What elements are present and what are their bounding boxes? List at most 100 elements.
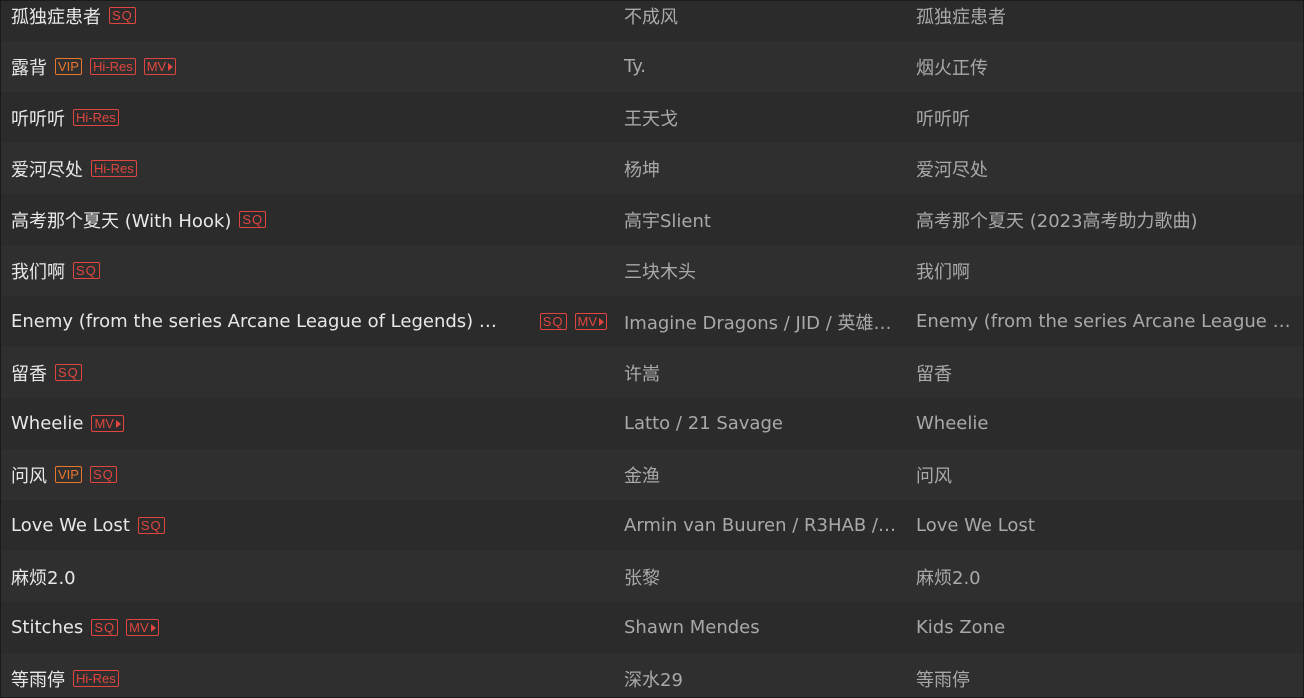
- quality-badges: VIP SQ: [47, 466, 117, 483]
- song-album[interactable]: 麻烦2.0: [916, 564, 1291, 590]
- song-artist[interactable]: 王天戈: [624, 105, 896, 131]
- song-album[interactable]: 留香: [916, 360, 1291, 386]
- mv-badge-label: MV: [577, 314, 598, 329]
- song-album[interactable]: Love We Lost: [916, 515, 1291, 536]
- mv-badge-label: MV: [146, 59, 167, 74]
- song-artist[interactable]: 金渔: [624, 462, 896, 488]
- mv-badge[interactable]: MV: [126, 619, 159, 636]
- quality-badges: Hi-Res: [65, 109, 119, 126]
- song-list-panel: 孤独症患者 SQ 不成风 孤独症患者 露背 VIP Hi-Res MV Ty. 烟火正传 听听听 Hi…: [0, 0, 1304, 698]
- song-title-cell: Love We Lost SQ: [11, 500, 611, 551]
- song-title-cell: 听听听 Hi-Res: [11, 92, 611, 143]
- song-title: 问风: [11, 465, 47, 487]
- song-album[interactable]: 问风: [916, 462, 1291, 488]
- song-title-cell: 留香 SQ: [11, 347, 611, 398]
- song-row[interactable]: Stitches SQ MV Shawn Mendes Kids Zone: [1, 602, 1303, 653]
- song-title-cell: 我们啊 SQ: [11, 245, 611, 296]
- quality-badges: SQ: [101, 7, 136, 24]
- song-title-cell: 问风 VIP SQ: [11, 449, 611, 500]
- sq-badge-label: SQ: [542, 314, 564, 329]
- song-row[interactable]: 露背 VIP Hi-Res MV Ty. 烟火正传: [1, 41, 1303, 92]
- mv-badge-label: MV: [129, 620, 149, 635]
- vip-badge: VIP: [55, 466, 82, 483]
- song-title: 高考那个夏天 (With Hook): [11, 210, 232, 232]
- sq-badge: SQ: [73, 262, 100, 279]
- song-album[interactable]: Kids Zone: [916, 617, 1291, 638]
- song-title-cell: Enemy (from the series Arcane League of …: [11, 296, 611, 347]
- sq-badge: SQ: [109, 7, 136, 24]
- song-album[interactable]: 听听听: [916, 105, 1291, 131]
- song-row[interactable]: 爱河尽处 Hi-Res 杨坤 爱河尽处: [1, 143, 1303, 194]
- song-title-cell: 麻烦2.0: [11, 551, 611, 602]
- song-row[interactable]: 高考那个夏天 (With Hook) SQ 高宇Slient 高考那个夏天 (2023…: [1, 194, 1303, 245]
- song-title: 爱河尽处: [11, 159, 83, 181]
- song-row[interactable]: 等雨停 Hi-Res 深水29 等雨停: [1, 653, 1303, 697]
- quality-badges: VIP Hi-Res MV: [47, 58, 177, 75]
- sq-badge: SQ: [137, 517, 165, 534]
- quality-badges: MV: [83, 415, 124, 432]
- quality-badges: SQ MV: [83, 619, 159, 636]
- song-album[interactable]: Enemy (from the series Arcane League o…: [916, 311, 1291, 332]
- song-artist[interactable]: Shawn Mendes: [624, 617, 896, 638]
- song-title: Enemy (from the series Arcane League of …: [11, 311, 501, 332]
- song-title: Stitches: [11, 617, 84, 638]
- hi-res-badge-label: Hi-Res: [94, 161, 134, 176]
- song-title-cell: 爱河尽处 Hi-Res: [11, 143, 611, 194]
- vip-badge: VIP: [55, 58, 82, 75]
- mv-badge-label: MV: [94, 416, 114, 431]
- song-list: 孤独症患者 SQ 不成风 孤独症患者 露背 VIP Hi-Res MV Ty. 烟火正传 听听听 Hi…: [1, 1, 1303, 697]
- song-artist[interactable]: Latto / 21 Savage: [624, 413, 896, 434]
- play-icon: [150, 623, 156, 632]
- song-artist[interactable]: 不成风: [624, 3, 896, 29]
- song-row[interactable]: 听听听 Hi-Res 王天戈 听听听: [1, 92, 1303, 143]
- song-row[interactable]: Enemy (from the series Arcane League of …: [1, 296, 1303, 347]
- song-artist[interactable]: Armin van Buuren / R3HAB / …: [624, 515, 896, 536]
- sq-badge: SQ: [539, 313, 567, 330]
- song-row[interactable]: Love We Lost SQ Armin van Buuren / R3HAB /…: [1, 500, 1303, 551]
- quality-badges: Hi-Res: [83, 160, 137, 177]
- play-icon: [115, 419, 121, 428]
- song-album[interactable]: Wheelie: [916, 413, 1291, 434]
- song-artist[interactable]: 三块木头: [624, 258, 896, 284]
- sq-badge: SQ: [55, 364, 82, 381]
- song-artist[interactable]: 杨坤: [624, 156, 896, 182]
- hi-res-badge-label: Hi-Res: [92, 59, 133, 74]
- song-album[interactable]: 我们啊: [916, 258, 1291, 284]
- song-row[interactable]: 麻烦2.0 张黎 麻烦2.0: [1, 551, 1303, 602]
- sq-badge-label: SQ: [92, 467, 114, 482]
- song-row[interactable]: 问风 VIP SQ 金渔 问风: [1, 449, 1303, 500]
- song-title: 孤独症患者: [11, 6, 101, 28]
- song-title: 等雨停: [11, 669, 65, 691]
- song-album[interactable]: 高考那个夏天 (2023高考助力歌曲): [916, 207, 1291, 233]
- song-artist[interactable]: Imagine Dragons / JID / 英雄…: [624, 309, 896, 335]
- song-row[interactable]: 我们啊 SQ 三块木头 我们啊: [1, 245, 1303, 296]
- song-album[interactable]: 孤独症患者: [916, 3, 1291, 29]
- song-artist[interactable]: 张黎: [624, 564, 896, 590]
- quality-badges: SQ MV: [532, 313, 611, 330]
- song-title-cell: 露背 VIP Hi-Res MV: [11, 41, 611, 92]
- song-title: 我们啊: [11, 261, 65, 283]
- hi-res-badge: Hi-Res: [73, 109, 119, 126]
- mv-badge[interactable]: MV: [143, 58, 177, 75]
- sq-badge-label: SQ: [58, 365, 79, 380]
- song-artist[interactable]: 深水29: [624, 666, 896, 692]
- song-row[interactable]: 留香 SQ 许嵩 留香: [1, 347, 1303, 398]
- song-title-cell: Stitches SQ MV: [11, 602, 611, 653]
- song-title: 听听听: [11, 108, 65, 130]
- song-row[interactable]: 孤独症患者 SQ 不成风 孤独症患者: [1, 1, 1303, 41]
- song-row[interactable]: Wheelie MV Latto / 21 Savage Wheelie: [1, 398, 1303, 449]
- vip-badge-label: VIP: [58, 59, 79, 74]
- mv-badge[interactable]: MV: [574, 313, 607, 330]
- song-title-cell: 孤独症患者 SQ: [11, 1, 611, 41]
- song-artist[interactable]: 高宇Slient: [624, 207, 896, 233]
- song-album[interactable]: 等雨停: [916, 666, 1291, 692]
- hi-res-badge-label: Hi-Res: [76, 671, 116, 686]
- song-artist[interactable]: 许嵩: [624, 360, 896, 386]
- song-album[interactable]: 爱河尽处: [916, 156, 1291, 182]
- song-artist[interactable]: Ty.: [624, 56, 896, 77]
- mv-badge[interactable]: MV: [91, 415, 124, 432]
- hi-res-badge: Hi-Res: [91, 160, 137, 177]
- song-title: Wheelie: [11, 413, 84, 434]
- quality-badges: SQ: [47, 364, 82, 381]
- song-album[interactable]: 烟火正传: [916, 54, 1291, 80]
